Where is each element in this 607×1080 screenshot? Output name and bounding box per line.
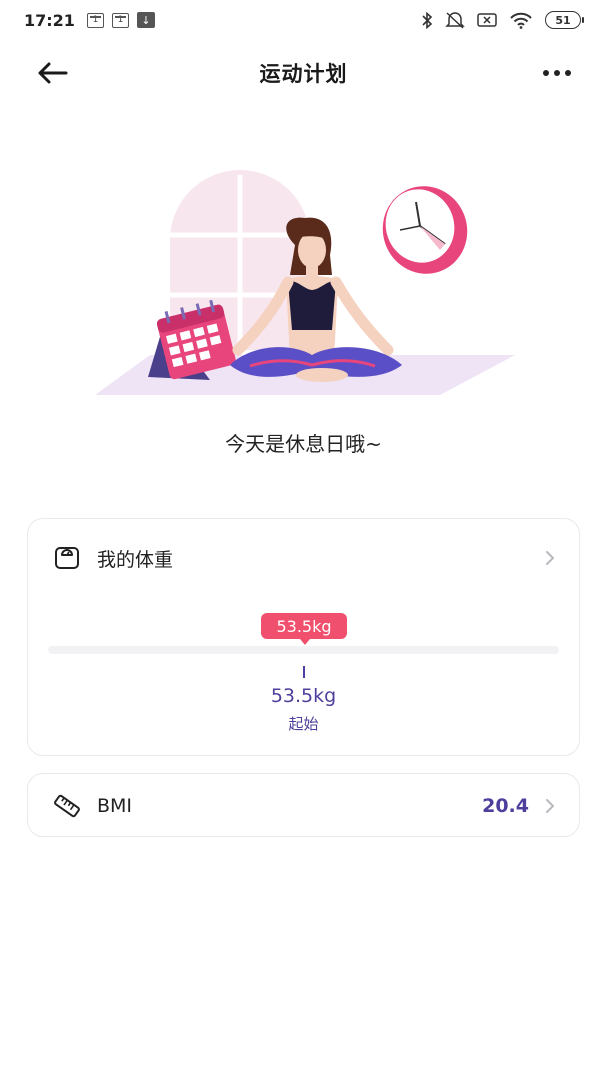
page-title: 运动计划 — [259, 62, 348, 86]
current-weight-tooltip: 53.5kg — [261, 613, 347, 645]
sim-notification-icon: 1 — [111, 12, 129, 28]
exercise-plan-screen: 17:21 1 1 ↓ 51 运动计划 今天是休息日哦~ 我的体重 53.5kg… — [0, 0, 607, 1080]
weight-row[interactable]: 我的体重 — [28, 533, 579, 583]
start-marker — [303, 666, 305, 678]
start-weight-label: 起始 — [288, 715, 319, 733]
status-time: 17:21 — [24, 10, 75, 30]
bmi-value: 20.4 — [482, 795, 529, 817]
more-dot — [543, 70, 549, 76]
sim-notification-icon: 1 — [86, 12, 104, 28]
download-icon: ↓ — [136, 12, 155, 28]
status-left: 17:21 1 1 ↓ — [24, 11, 155, 30]
weight-progress-track — [48, 646, 559, 654]
status-right: 51 — [421, 11, 584, 29]
chevron-right-icon — [543, 797, 557, 815]
more-dot — [565, 70, 571, 76]
weight-label: 我的体重 — [97, 548, 174, 571]
more-button[interactable] — [537, 60, 577, 86]
start-weight-value: 53.5kg — [270, 685, 337, 707]
bmi-label: BMI — [97, 795, 133, 817]
yoga-rest-illustration — [95, 170, 515, 395]
chevron-right-icon — [543, 549, 557, 567]
bmi-row[interactable]: BMI 20.4 — [28, 774, 579, 838]
scale-icon — [53, 544, 81, 572]
ruler-icon — [53, 792, 81, 820]
mute-icon — [445, 12, 465, 29]
weight-card: 我的体重 53.5kg 53.5kg 起始 — [27, 518, 580, 756]
battery-icon: 51 — [545, 11, 584, 29]
no-sim-icon — [477, 13, 497, 27]
wifi-icon — [510, 12, 532, 29]
more-dot — [554, 70, 560, 76]
back-button[interactable] — [36, 56, 76, 90]
status-bar: 17:21 1 1 ↓ 51 — [0, 0, 607, 40]
header: 运动计划 — [0, 40, 607, 106]
bluetooth-icon — [422, 11, 433, 29]
rest-day-message: 今天是休息日哦~ — [225, 432, 382, 456]
bmi-card: BMI 20.4 — [27, 773, 580, 837]
arrow-left-icon — [38, 62, 68, 84]
